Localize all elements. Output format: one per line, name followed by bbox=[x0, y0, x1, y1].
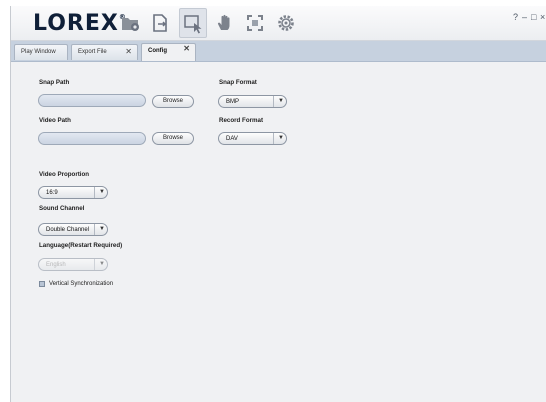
snap-format-select[interactable]: BMP ▼ bbox=[218, 95, 287, 108]
close-icon[interactable]: ✕ bbox=[125, 47, 132, 56]
brand-logo: LOREX® bbox=[33, 11, 126, 36]
language-value: English bbox=[46, 262, 66, 268]
help-button[interactable]: ? bbox=[513, 12, 518, 22]
vsync-checkbox[interactable] bbox=[39, 281, 45, 287]
language-label: Language(Restart Required) bbox=[39, 242, 123, 249]
tab-play-window[interactable]: Play Window bbox=[14, 44, 68, 60]
video-path-label: Video Path bbox=[39, 117, 71, 124]
snap-path-label: Snap Path bbox=[39, 79, 70, 86]
video-path-field[interactable] bbox=[38, 132, 146, 145]
sound-channel-select[interactable]: Double Channel ▼ bbox=[38, 223, 108, 236]
tab-config[interactable]: Config ✕ bbox=[141, 43, 196, 61]
main-toolbar: LOREX® ? – □ × bbox=[11, 6, 546, 41]
hand-ptz-icon[interactable] bbox=[214, 12, 236, 34]
sound-channel-label: Sound Channel bbox=[39, 205, 85, 212]
close-icon[interactable]: ✕ bbox=[183, 44, 190, 53]
tab-label: Config bbox=[148, 48, 167, 54]
minimize-button[interactable]: – bbox=[522, 12, 527, 22]
chevron-down-icon: ▼ bbox=[273, 96, 286, 107]
chevron-down-icon: ▼ bbox=[94, 259, 107, 270]
folder-record-icon[interactable] bbox=[119, 12, 141, 34]
record-format-value: DAV bbox=[226, 136, 238, 142]
snap-format-label: Snap Format bbox=[219, 79, 257, 86]
fullscreen-icon[interactable] bbox=[244, 12, 266, 34]
language-select: English ▼ bbox=[38, 258, 108, 271]
chevron-down-icon: ▼ bbox=[94, 224, 107, 235]
tab-export-file[interactable]: Export File ✕ bbox=[71, 44, 138, 60]
video-proportion-select[interactable]: 16:9 ▼ bbox=[38, 186, 108, 199]
config-panel: Snap Path Browse Snap Format BMP ▼ Video… bbox=[11, 62, 546, 402]
video-proportion-value: 16:9 bbox=[46, 190, 58, 196]
sound-channel-value: Double Channel bbox=[46, 227, 90, 233]
video-browse-button[interactable]: Browse bbox=[152, 132, 194, 145]
tab-label: Play Window bbox=[21, 49, 56, 55]
tab-label: Export File bbox=[78, 49, 107, 55]
config-cursor-icon[interactable] bbox=[179, 8, 207, 38]
chevron-down-icon: ▼ bbox=[273, 133, 286, 144]
vsync-label: Vertical Synchronization bbox=[49, 281, 114, 287]
record-format-label: Record Format bbox=[219, 117, 264, 124]
snap-path-field[interactable] bbox=[38, 94, 146, 107]
app-window: LOREX® ? – □ × Play Window Export File ✕… bbox=[10, 6, 546, 402]
snap-browse-button[interactable]: Browse bbox=[152, 95, 194, 108]
chevron-down-icon: ▼ bbox=[94, 187, 107, 198]
record-format-select[interactable]: DAV ▼ bbox=[218, 132, 287, 145]
maximize-button[interactable]: □ bbox=[531, 12, 536, 22]
video-proportion-label: Video Proportion bbox=[39, 171, 90, 178]
snap-format-value: BMP bbox=[226, 99, 240, 105]
close-button[interactable]: × bbox=[540, 12, 545, 22]
export-file-icon[interactable] bbox=[149, 12, 171, 34]
settings-gear-icon[interactable] bbox=[275, 12, 297, 34]
tab-strip: Play Window Export File ✕ Config ✕ bbox=[11, 41, 546, 62]
